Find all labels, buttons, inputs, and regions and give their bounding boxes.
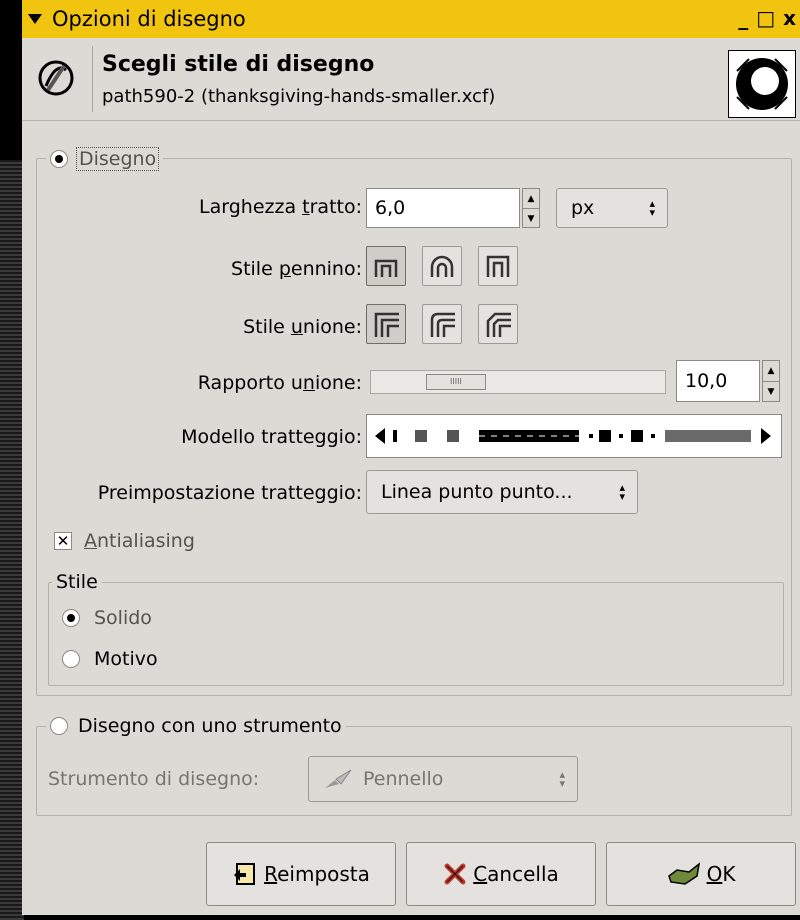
miter-limit-input[interactable]: 10,0 <box>676 360 760 402</box>
style-solid-label[interactable]: Solido <box>94 607 152 629</box>
cap-butt-icon <box>374 259 398 277</box>
select-arrows-icon: ▴ ▾ <box>649 197 655 219</box>
scroll-left-icon <box>375 428 385 444</box>
style-group <box>48 582 784 686</box>
image-preview-icon <box>728 50 796 118</box>
paint-tool-radio[interactable] <box>50 717 68 735</box>
join-round-button[interactable] <box>422 304 462 344</box>
dialog-header: Scegli stile di disegno path590-2 (thank… <box>22 38 800 121</box>
cap-style-label: Stile pennino: <box>231 258 362 280</box>
paintbrush-icon <box>325 769 352 788</box>
paint-tool-label[interactable]: Disegno con uno strumento <box>78 715 342 737</box>
join-miter-button[interactable] <box>366 304 406 344</box>
miter-limit-label: Rapporto unione: <box>197 372 362 394</box>
cap-square-button[interactable] <box>478 246 518 286</box>
join-miter-icon <box>374 312 399 337</box>
stroke-path-icon <box>38 60 74 96</box>
line-width-input[interactable]: 6,0 <box>366 188 520 228</box>
cap-round-button[interactable] <box>422 246 462 286</box>
join-round-icon <box>430 312 455 337</box>
style-pattern-option[interactable]: Motivo <box>62 648 158 670</box>
dash-pattern-preview[interactable] <box>367 415 781 457</box>
spin-down-icon[interactable]: ▼ <box>523 208 539 228</box>
dash-pattern-label: Modello tratteggio: <box>181 426 362 448</box>
dash-preset-select[interactable]: Linea punto punto... ▴ ▾ <box>366 470 638 514</box>
line-width-spinner[interactable]: ▲ ▼ <box>522 188 540 228</box>
unit-select[interactable]: px ▴ ▾ <box>556 188 668 228</box>
paint-tool-select[interactable]: Pennello ▴ ▾ <box>308 756 578 802</box>
close-button[interactable]: x <box>783 6 796 30</box>
minimize-button[interactable]: _ <box>738 6 748 30</box>
line-width-label: Larghezza tratto: <box>199 196 362 218</box>
reset-icon <box>234 863 256 885</box>
stroke-line-label[interactable]: Disegno <box>76 147 160 171</box>
style-solid-option[interactable]: Solido <box>62 607 152 629</box>
antialiasing-label[interactable]: Antialiasing <box>84 530 195 552</box>
maximize-button[interactable]: □ <box>756 6 775 30</box>
join-bevel-icon <box>486 312 511 337</box>
spin-up-icon[interactable]: ▲ <box>523 189 539 208</box>
ok-button[interactable]: OK <box>606 842 796 906</box>
select-arrows-icon: ▴ ▾ <box>559 768 565 790</box>
dash-preset-label: Preimpostazione tratteggio: <box>97 482 362 504</box>
window-menu-icon[interactable] <box>28 14 42 24</box>
spin-up-icon[interactable]: ▲ <box>763 361 779 381</box>
antialiasing-row[interactable]: ✕ Antialiasing <box>54 530 195 552</box>
spin-down-icon[interactable]: ▼ <box>763 381 779 402</box>
scroll-right-icon <box>761 428 771 444</box>
cap-round-icon <box>430 255 454 277</box>
background-desktop <box>0 160 24 920</box>
cap-square-icon <box>486 255 510 277</box>
paint-tool-field-label: Strumento di disegno: <box>48 768 260 790</box>
header-subtitle: path590-2 (thanksgiving-hands-smaller.xc… <box>102 86 496 107</box>
style-solid-radio[interactable] <box>62 609 80 627</box>
style-pattern-radio[interactable] <box>62 650 80 668</box>
dash-pattern-editor[interactable] <box>366 414 782 458</box>
join-style-label: Stile unione: <box>243 316 362 338</box>
style-pattern-label[interactable]: Motivo <box>94 648 158 670</box>
select-arrows-icon: ▴ ▾ <box>619 481 625 503</box>
miter-limit-slider[interactable]: IIIII <box>370 370 666 394</box>
join-bevel-button[interactable] <box>478 304 518 344</box>
style-legend: Stile <box>52 570 102 594</box>
stroke-dialog: Opzioni di disegno _ □ x Scegli stile di… <box>22 0 800 915</box>
antialiasing-checkbox[interactable]: ✕ <box>54 532 72 550</box>
header-title: Scegli stile di disegno <box>102 52 375 77</box>
miter-limit-spinner[interactable]: ▲ ▼ <box>762 360 780 402</box>
cancel-button[interactable]: Cancella <box>406 842 596 906</box>
paint-tool-legend[interactable]: Disegno con uno strumento <box>46 713 346 739</box>
cancel-icon <box>444 863 466 885</box>
cap-butt-button[interactable] <box>366 246 406 286</box>
title-bar[interactable]: Opzioni di disegno _ □ x <box>22 0 800 38</box>
ok-icon <box>667 862 700 885</box>
window-title: Opzioni di disegno <box>52 7 246 31</box>
stroke-line-legend[interactable]: Disegno <box>46 146 164 172</box>
slider-handle[interactable]: IIIII <box>425 374 486 390</box>
stroke-line-radio[interactable] <box>50 150 68 168</box>
reset-button[interactable]: Reimposta <box>206 842 396 906</box>
